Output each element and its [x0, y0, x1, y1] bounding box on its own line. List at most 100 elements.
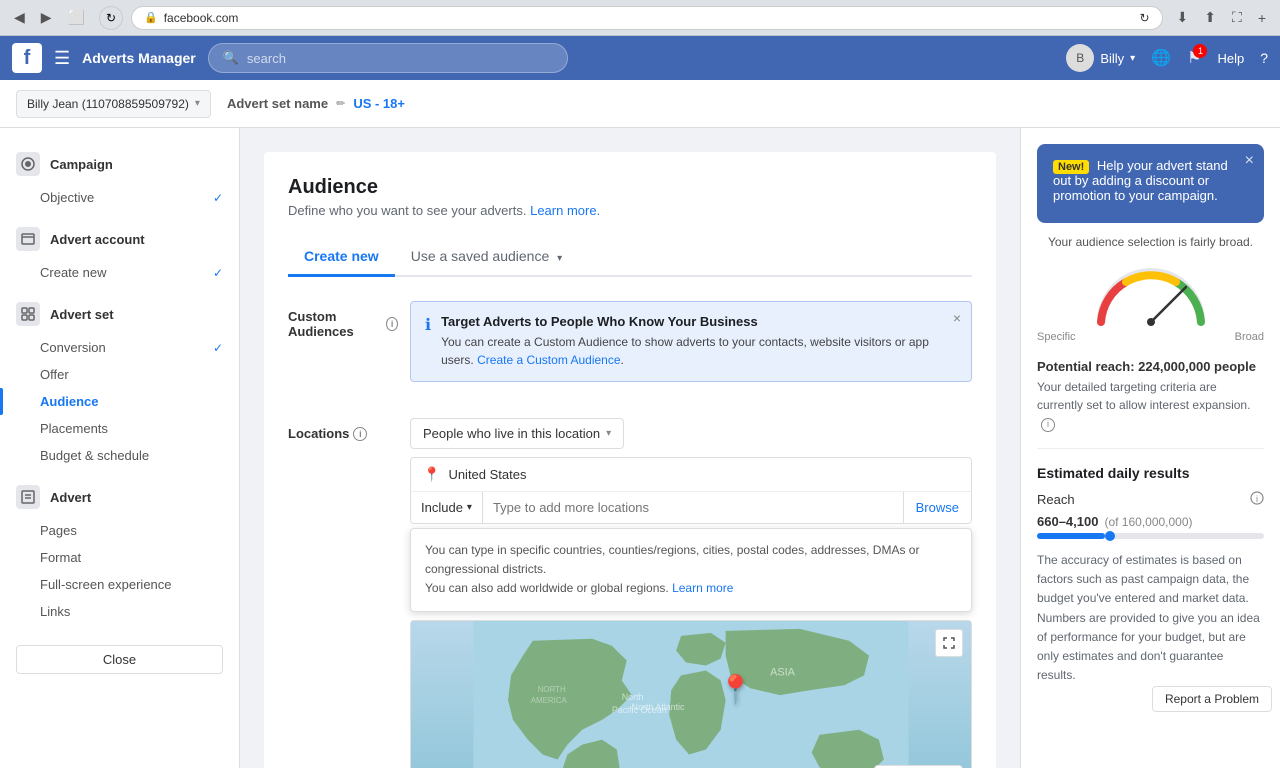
advert-set-icon: [16, 302, 40, 326]
targeting-note: Your detailed targeting criteria are cur…: [1037, 378, 1264, 432]
tab-button[interactable]: ⬜: [62, 5, 91, 30]
include-dropdown[interactable]: Include ▾: [411, 492, 483, 523]
new-tab-button[interactable]: +: [1252, 5, 1272, 30]
location-filter-dropdown[interactable]: People who live in this location ▾: [410, 418, 624, 449]
location-search-input[interactable]: [483, 492, 903, 523]
learn-more-link[interactable]: Learn more.: [530, 203, 600, 218]
audience-subtitle: Define who you want to see your adverts.…: [288, 203, 972, 218]
info-box-title: Target Adverts to People Who Know Your B…: [441, 314, 957, 329]
notification-close-button[interactable]: ×: [1245, 152, 1254, 170]
sidebar-item-audience[interactable]: Audience: [0, 388, 239, 415]
locations-info-icon[interactable]: i: [353, 427, 367, 441]
user-name: Billy: [1100, 51, 1124, 66]
reach-row: Reach i: [1037, 491, 1264, 508]
svg-text:AMERICA: AMERICA: [531, 696, 568, 705]
search-input[interactable]: [247, 51, 553, 66]
advert-icon: [16, 485, 40, 509]
search-icon: 🔍: [223, 50, 239, 66]
sidebar-section-campaign: Campaign Objective ✓: [0, 144, 239, 211]
notifications[interactable]: ⚑ 1: [1187, 48, 1201, 68]
sidebar-item-fullscreen[interactable]: Full-screen experience: [0, 571, 239, 598]
tooltip-learn-more-link[interactable]: Learn more: [672, 581, 733, 595]
globe-icon[interactable]: 🌐: [1151, 48, 1171, 68]
chevron-down-icon: ▾: [195, 98, 200, 109]
custom-audiences-content: ℹ Target Adverts to People Who Know Your…: [410, 301, 972, 402]
share-button[interactable]: ⬆: [1198, 5, 1222, 30]
sidebar-item-offer[interactable]: Offer: [0, 361, 239, 388]
reach-info-icon[interactable]: i: [1250, 491, 1264, 508]
custom-audiences-label: Custom Audiences i: [288, 301, 398, 339]
hamburger-icon[interactable]: ☰: [54, 48, 70, 69]
report-problem-button[interactable]: Report a Problem: [1152, 686, 1272, 712]
forward-button[interactable]: ▶: [35, 5, 58, 30]
offer-label: Offer: [40, 367, 69, 382]
create-new-label: Create new: [40, 265, 106, 280]
sidebar-item-pages[interactable]: Pages: [0, 517, 239, 544]
sidebar-item-budget-schedule[interactable]: Budget & schedule: [0, 442, 239, 469]
account-selector[interactable]: Billy Jean (110708859509792) ▾: [16, 90, 211, 118]
browser-nav[interactable]: ◀ ▶ ⬜: [8, 5, 91, 30]
reach-label: Reach: [1037, 492, 1075, 507]
fullscreen-label: Full-screen experience: [40, 577, 172, 592]
avatar: B: [1066, 44, 1094, 72]
close-button[interactable]: Close: [16, 645, 223, 674]
custom-audiences-info-box: ℹ Target Adverts to People Who Know Your…: [410, 301, 972, 382]
notification-wrapper: × New! Help your advert stand out by add…: [1037, 144, 1264, 223]
location-marker-icon: 📍: [718, 674, 753, 705]
refresh-button[interactable]: ↻: [99, 6, 123, 30]
sidebar-item-links[interactable]: Links: [0, 598, 239, 625]
targeting-info-icon[interactable]: i: [1041, 418, 1055, 432]
advert-account-icon: [16, 227, 40, 251]
fullscreen-button[interactable]: ⛶: [1226, 5, 1248, 30]
daily-results-title: Estimated daily results: [1037, 465, 1264, 481]
svg-text:North: North: [622, 692, 644, 702]
create-audience-link[interactable]: Create a Custom Audience: [477, 353, 620, 367]
sidebar-item-format[interactable]: Format: [0, 544, 239, 571]
selected-location-row: 📍 United States: [411, 458, 971, 492]
reach-bar-fill: [1037, 533, 1105, 539]
browse-button[interactable]: Browse: [903, 492, 971, 523]
address-bar[interactable]: 🔒 facebook.com ↻: [131, 6, 1163, 30]
sidebar-close-section: Close: [0, 633, 239, 686]
svg-text:NORTH: NORTH: [538, 685, 566, 694]
fb-search-container[interactable]: 🔍: [208, 43, 568, 73]
download-button[interactable]: ⬇: [1171, 5, 1195, 30]
sub-header: Billy Jean (110708859509792) ▾ Advert se…: [0, 80, 1280, 128]
drop-pin-button[interactable]: 📍 Drop Pin: [874, 765, 963, 768]
map-background: ASIA North Pacific Ocean NORTH AMERICA N…: [411, 621, 971, 768]
map-controls[interactable]: [935, 629, 963, 657]
svg-text:ASIA: ASIA: [770, 666, 796, 678]
url-text: facebook.com: [164, 11, 239, 25]
location-pin-icon: 📍: [423, 466, 440, 483]
budget-schedule-label: Budget & schedule: [40, 448, 149, 463]
audience-gauge: [1086, 257, 1216, 327]
include-chevron: ▾: [467, 502, 472, 513]
tooltip-text: You can type in specific countries, coun…: [425, 543, 919, 576]
svg-text:i: i: [1256, 494, 1258, 504]
back-button[interactable]: ◀: [8, 5, 31, 30]
help-label[interactable]: Help: [1217, 51, 1244, 66]
audience-meter: Your audience selection is fairly broad.: [1037, 235, 1264, 343]
info-box-content: Target Adverts to People Who Know Your B…: [441, 314, 957, 369]
adset-name-label: Advert set name: [227, 96, 328, 111]
sidebar-item-placements[interactable]: Placements: [0, 415, 239, 442]
browser-actions[interactable]: ⬇ ⬆ ⛶ +: [1171, 5, 1272, 30]
campaign-section-header: Campaign: [0, 144, 239, 184]
info-box-close-button[interactable]: ×: [953, 310, 961, 326]
map-expand-button[interactable]: [935, 629, 963, 657]
audience-tabs: Create new Use a saved audience ▾: [288, 238, 972, 277]
meter-labels: Specific Broad: [1037, 331, 1264, 343]
tab-saved-audience[interactable]: Use a saved audience ▾: [395, 238, 578, 277]
adset-name-value[interactable]: US - 18+: [353, 96, 405, 111]
sidebar-item-objective[interactable]: Objective ✓: [0, 184, 239, 211]
custom-audiences-info-icon[interactable]: i: [386, 317, 398, 331]
sidebar-item-conversion[interactable]: Conversion ✓: [0, 334, 239, 361]
sidebar-item-create-new[interactable]: Create new ✓: [0, 259, 239, 286]
location-tooltip: You can type in specific countries, coun…: [410, 528, 972, 612]
account-menu[interactable]: B Billy ▾: [1066, 44, 1135, 72]
notification-popup: × New! Help your advert stand out by add…: [1037, 144, 1264, 223]
tab-create-new[interactable]: Create new: [288, 238, 395, 277]
sidebar-section-advert-set: Advert set Conversion ✓ Offer Audience P…: [0, 294, 239, 469]
info-circle-icon: ℹ: [425, 315, 431, 369]
help-question-icon[interactable]: ?: [1260, 50, 1268, 66]
